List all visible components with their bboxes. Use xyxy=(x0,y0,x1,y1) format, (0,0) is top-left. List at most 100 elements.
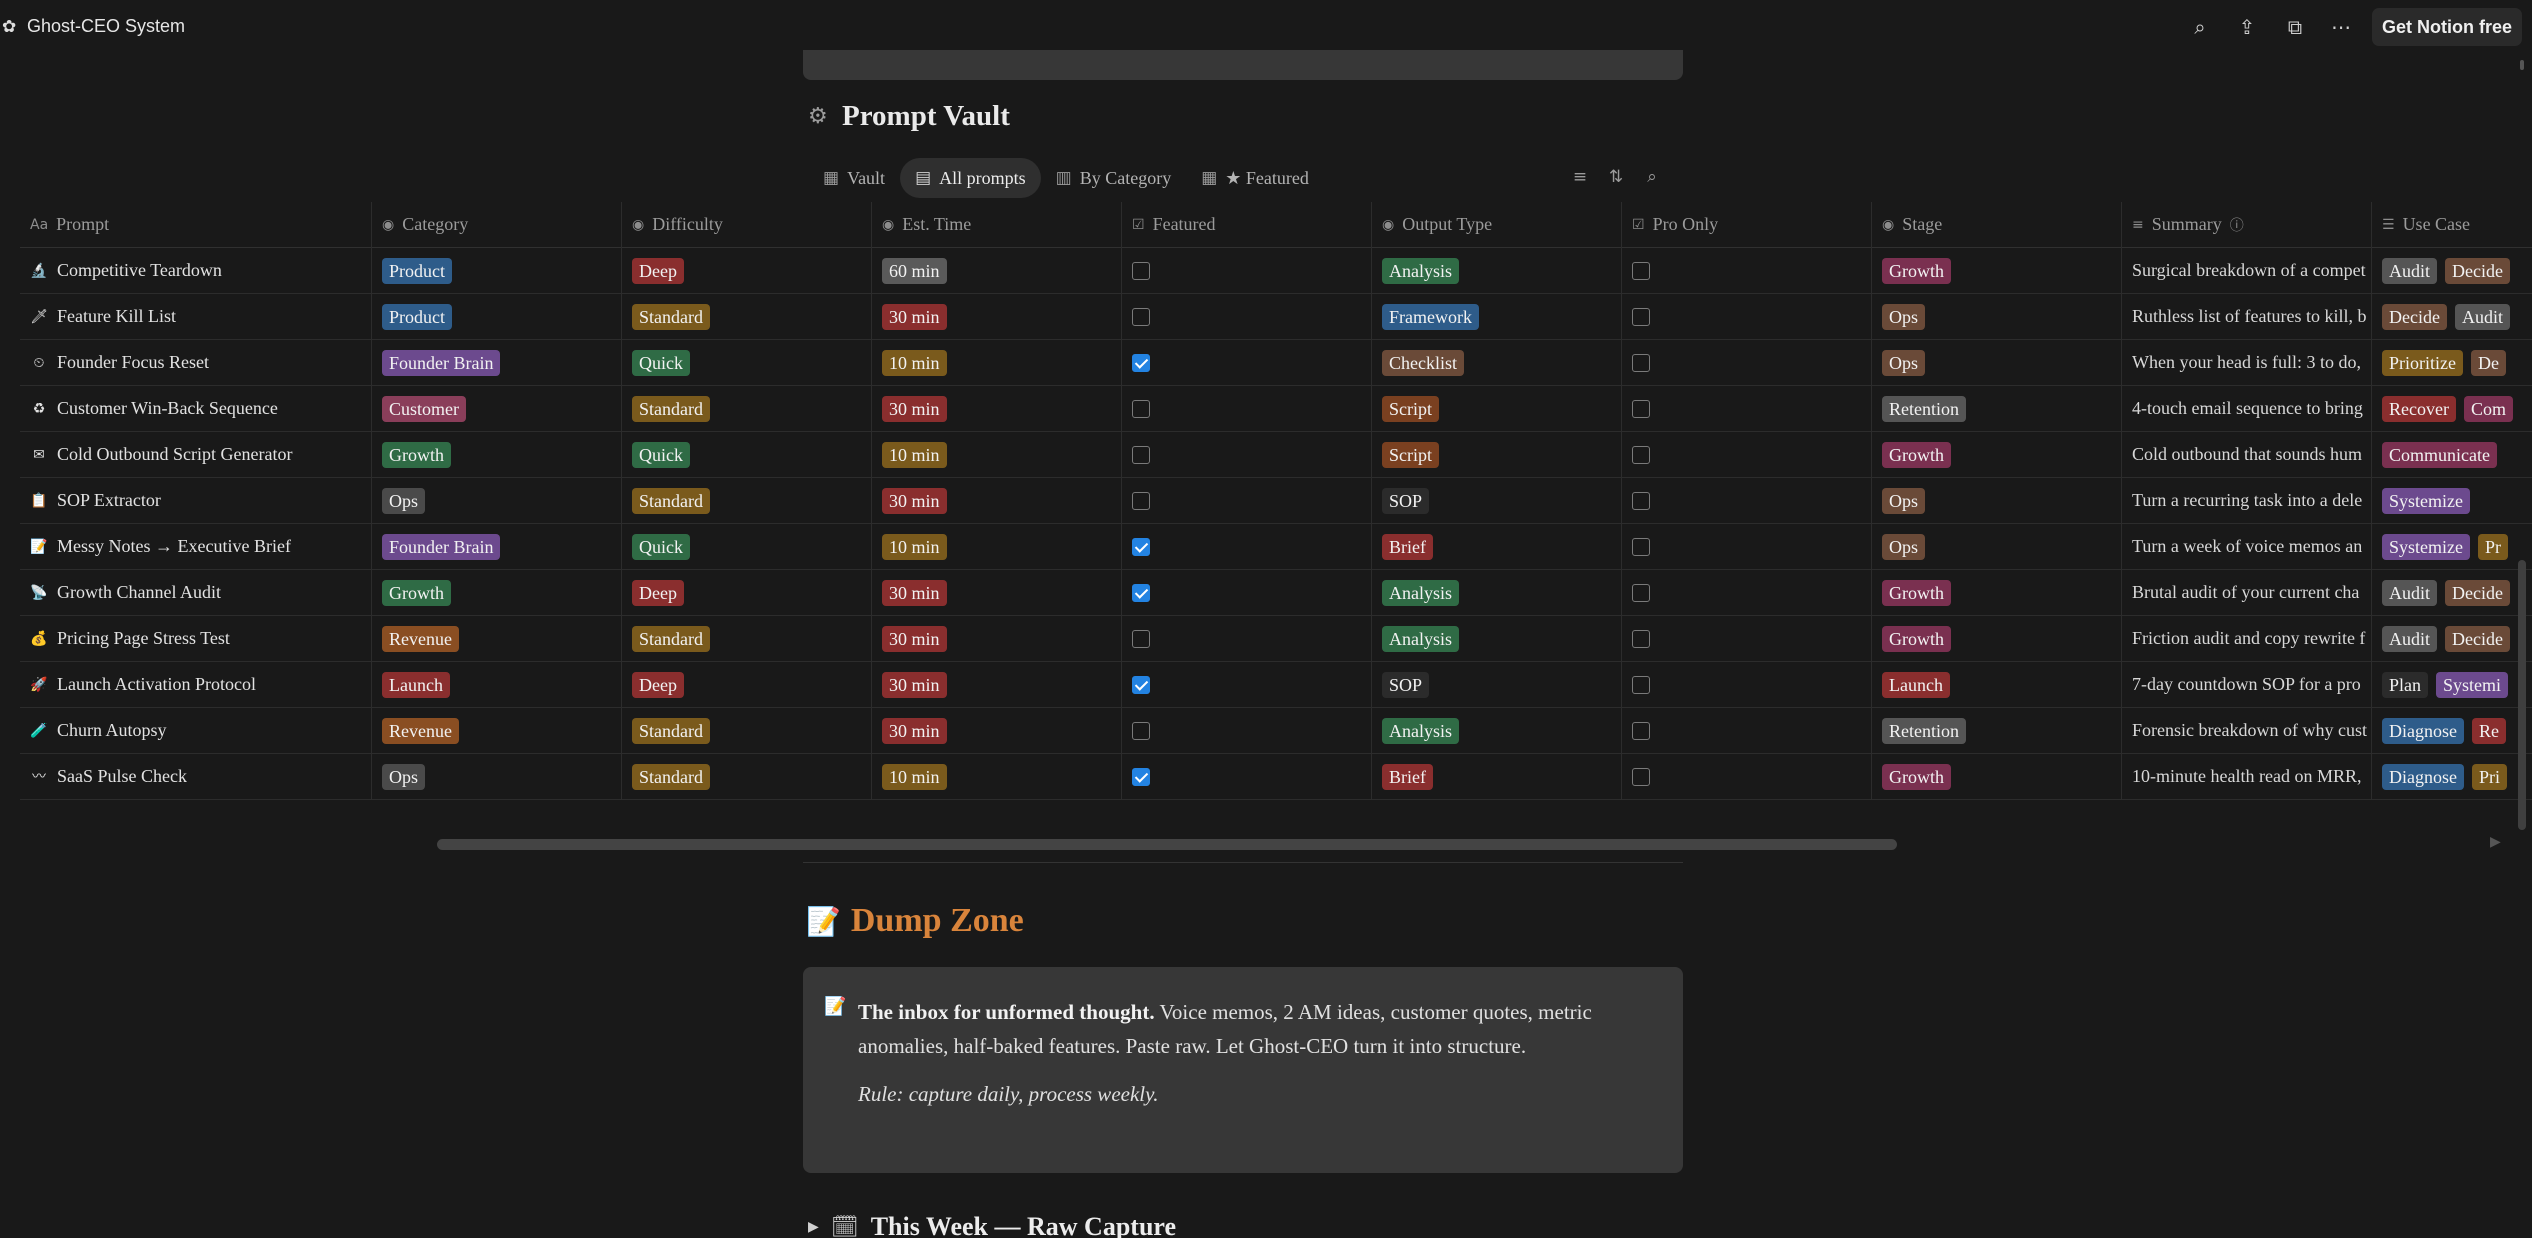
prompt-name[interactable]: Pricing Page Stress Test xyxy=(57,628,230,649)
prompt-name[interactable]: SOP Extractor xyxy=(57,490,161,511)
use-case-tag[interactable]: Audit xyxy=(2382,579,2438,606)
table-row[interactable]: 📡 Growth Channel Audit Growth Deep 30 min Ana… xyxy=(20,569,2532,616)
prompt-cell[interactable]: 🚀 Launch Activation Protocol xyxy=(20,661,372,708)
pro-only-checkbox[interactable] xyxy=(1632,491,1650,510)
use-case-tag[interactable]: Audit xyxy=(2454,303,2510,330)
prompt-name[interactable]: Launch Activation Protocol xyxy=(57,674,256,695)
est-time-cell[interactable]: 30 min xyxy=(872,477,1122,524)
stage-tag[interactable]: Ops xyxy=(1882,533,1926,560)
use-case-tag[interactable]: Re xyxy=(2471,717,2506,744)
prompt-cell[interactable]: ♻ Customer Win-Back Sequence xyxy=(20,385,372,432)
use-case-tag[interactable]: Decide xyxy=(2445,625,2510,652)
category-tag[interactable]: Ops xyxy=(382,487,426,514)
featured-checkbox[interactable] xyxy=(1132,307,1150,326)
horizontal-scrollbar[interactable] xyxy=(437,839,1897,850)
category-tag[interactable]: Product xyxy=(382,257,452,284)
toggle-this-week[interactable]: ▶ 🗓 This Week — Raw Capture xyxy=(808,1212,1176,1238)
use-case-cell[interactable]: Prioritize De xyxy=(2372,340,2532,386)
table-row[interactable]: 🧪 Churn Autopsy Revenue Standard 30 min Analy… xyxy=(20,707,2532,754)
stage-cell[interactable]: Growth xyxy=(1872,569,2122,616)
featured-cell[interactable] xyxy=(1122,661,1372,708)
output-type-tag[interactable]: Brief xyxy=(1382,533,1433,560)
use-case-cell[interactable]: Communicate xyxy=(2372,432,2532,478)
prompt-cell[interactable]: 💰 Pricing Page Stress Test xyxy=(20,615,372,662)
use-case-tag[interactable]: Recover xyxy=(2382,395,2456,422)
difficulty-tag[interactable]: Deep xyxy=(632,257,684,284)
difficulty-tag[interactable]: Quick xyxy=(632,533,690,560)
difficulty-tag[interactable]: Deep xyxy=(632,579,684,606)
stage-cell[interactable]: Growth xyxy=(1872,615,2122,662)
prompt-cell[interactable]: ⏲ Founder Focus Reset xyxy=(20,339,372,386)
column-header-est-time[interactable]: ◉ Est. Time xyxy=(872,201,1122,248)
use-case-cell[interactable]: Decide Audit xyxy=(2372,294,2532,340)
difficulty-cell[interactable]: Deep xyxy=(622,569,872,616)
table-row[interactable]: 🚀 Launch Activation Protocol Launch Deep 30 … xyxy=(20,661,2532,708)
difficulty-tag[interactable]: Quick xyxy=(632,349,690,376)
prompt-cell[interactable]: 〰 SaaS Pulse Check xyxy=(20,753,372,800)
toggle-arrow-icon[interactable]: ▶ xyxy=(808,1219,819,1235)
pro-only-cell[interactable] xyxy=(1622,477,1872,524)
stage-cell[interactable]: Ops xyxy=(1872,339,2122,386)
output-type-tag[interactable]: Analysis xyxy=(1382,625,1459,652)
stage-cell[interactable]: Retention xyxy=(1872,385,2122,432)
category-tag[interactable]: Growth xyxy=(382,441,451,468)
column-header-difficulty[interactable]: ◉ Difficulty xyxy=(622,201,872,248)
table-row[interactable]: 📋 SOP Extractor Ops Standard 30 min SOP Ops Tur… xyxy=(20,477,2532,524)
stage-tag[interactable]: Ops xyxy=(1882,303,1926,330)
output-type-cell[interactable]: SOP xyxy=(1372,661,1622,708)
pro-only-checkbox[interactable] xyxy=(1632,353,1650,372)
use-case-cell[interactable]: Diagnose Re xyxy=(2372,708,2532,754)
est-time-tag[interactable]: 10 min xyxy=(882,533,947,560)
stage-tag[interactable]: Growth xyxy=(1882,763,1951,790)
difficulty-tag[interactable]: Deep xyxy=(632,671,684,698)
pro-only-cell[interactable] xyxy=(1622,661,1872,708)
pro-only-checkbox[interactable] xyxy=(1632,767,1650,786)
pro-only-checkbox[interactable] xyxy=(1632,721,1650,740)
stage-tag[interactable]: Growth xyxy=(1882,257,1951,284)
use-case-tag[interactable]: Diagnose xyxy=(2382,717,2464,744)
column-header-pro-only[interactable]: ☑ Pro Only xyxy=(1622,201,1872,248)
prompt-name[interactable]: Messy Notes → Executive Brief xyxy=(57,536,291,557)
est-time-cell[interactable]: 30 min xyxy=(872,385,1122,432)
est-time-cell[interactable]: 30 min xyxy=(872,569,1122,616)
featured-checkbox[interactable] xyxy=(1132,583,1150,602)
output-type-tag[interactable]: Framework xyxy=(1382,303,1479,330)
stage-cell[interactable]: Ops xyxy=(1872,523,2122,570)
est-time-tag[interactable]: 10 min xyxy=(882,349,947,376)
summary-cell[interactable]: Turn a recurring task into a dele xyxy=(2122,477,2372,524)
use-case-tag[interactable]: Systemize xyxy=(2382,487,2470,514)
dump-zone-callout[interactable]: 📝 The inbox for unformed thought. Voice … xyxy=(803,967,1683,1173)
prompt-name[interactable]: Churn Autopsy xyxy=(57,720,167,741)
use-case-tag[interactable]: Communicate xyxy=(2382,441,2497,468)
get-notion-free-button[interactable]: Get Notion free xyxy=(2372,8,2522,46)
category-cell[interactable]: Revenue xyxy=(372,615,622,662)
category-cell[interactable]: Product xyxy=(372,293,622,340)
featured-checkbox[interactable] xyxy=(1132,675,1150,694)
use-case-tag[interactable]: Decide xyxy=(2382,303,2447,330)
est-time-tag[interactable]: 10 min xyxy=(882,763,947,790)
use-case-cell[interactable]: Diagnose Pri xyxy=(2372,754,2532,800)
pro-only-cell[interactable] xyxy=(1622,569,1872,616)
table-row[interactable]: 🔬 Competitive Teardown Product Deep 60 min An… xyxy=(20,247,2532,294)
use-case-tag[interactable]: Com xyxy=(2463,395,2513,422)
category-tag[interactable]: Launch xyxy=(382,671,450,698)
use-case-cell[interactable]: Recover Com xyxy=(2372,386,2532,432)
est-time-tag[interactable]: 10 min xyxy=(882,441,947,468)
output-type-tag[interactable]: SOP xyxy=(1382,671,1430,698)
stage-tag[interactable]: Ops xyxy=(1882,487,1926,514)
category-cell[interactable]: Founder Brain xyxy=(372,339,622,386)
info-icon[interactable]: ⓘ xyxy=(2230,215,2244,235)
share-icon[interactable]: ⇪ xyxy=(2234,14,2260,40)
pro-only-cell[interactable] xyxy=(1622,523,1872,570)
difficulty-cell[interactable]: Standard xyxy=(622,385,872,432)
use-case-cell[interactable]: Audit Decide xyxy=(2372,248,2532,294)
prompt-cell[interactable]: 🗡 Feature Kill List xyxy=(20,293,372,340)
output-type-tag[interactable]: Checklist xyxy=(1382,349,1464,376)
category-cell[interactable]: Customer xyxy=(372,385,622,432)
stage-cell[interactable]: Growth xyxy=(1872,247,2122,294)
column-header-stage[interactable]: ◉ Stage xyxy=(1872,201,2122,248)
prompt-cell[interactable]: 📝 Messy Notes → Executive Brief xyxy=(20,523,372,570)
scroll-right-arrow-icon[interactable]: ▶ xyxy=(2490,834,2501,850)
est-time-cell[interactable]: 30 min xyxy=(872,293,1122,340)
difficulty-cell[interactable]: Deep xyxy=(622,247,872,294)
